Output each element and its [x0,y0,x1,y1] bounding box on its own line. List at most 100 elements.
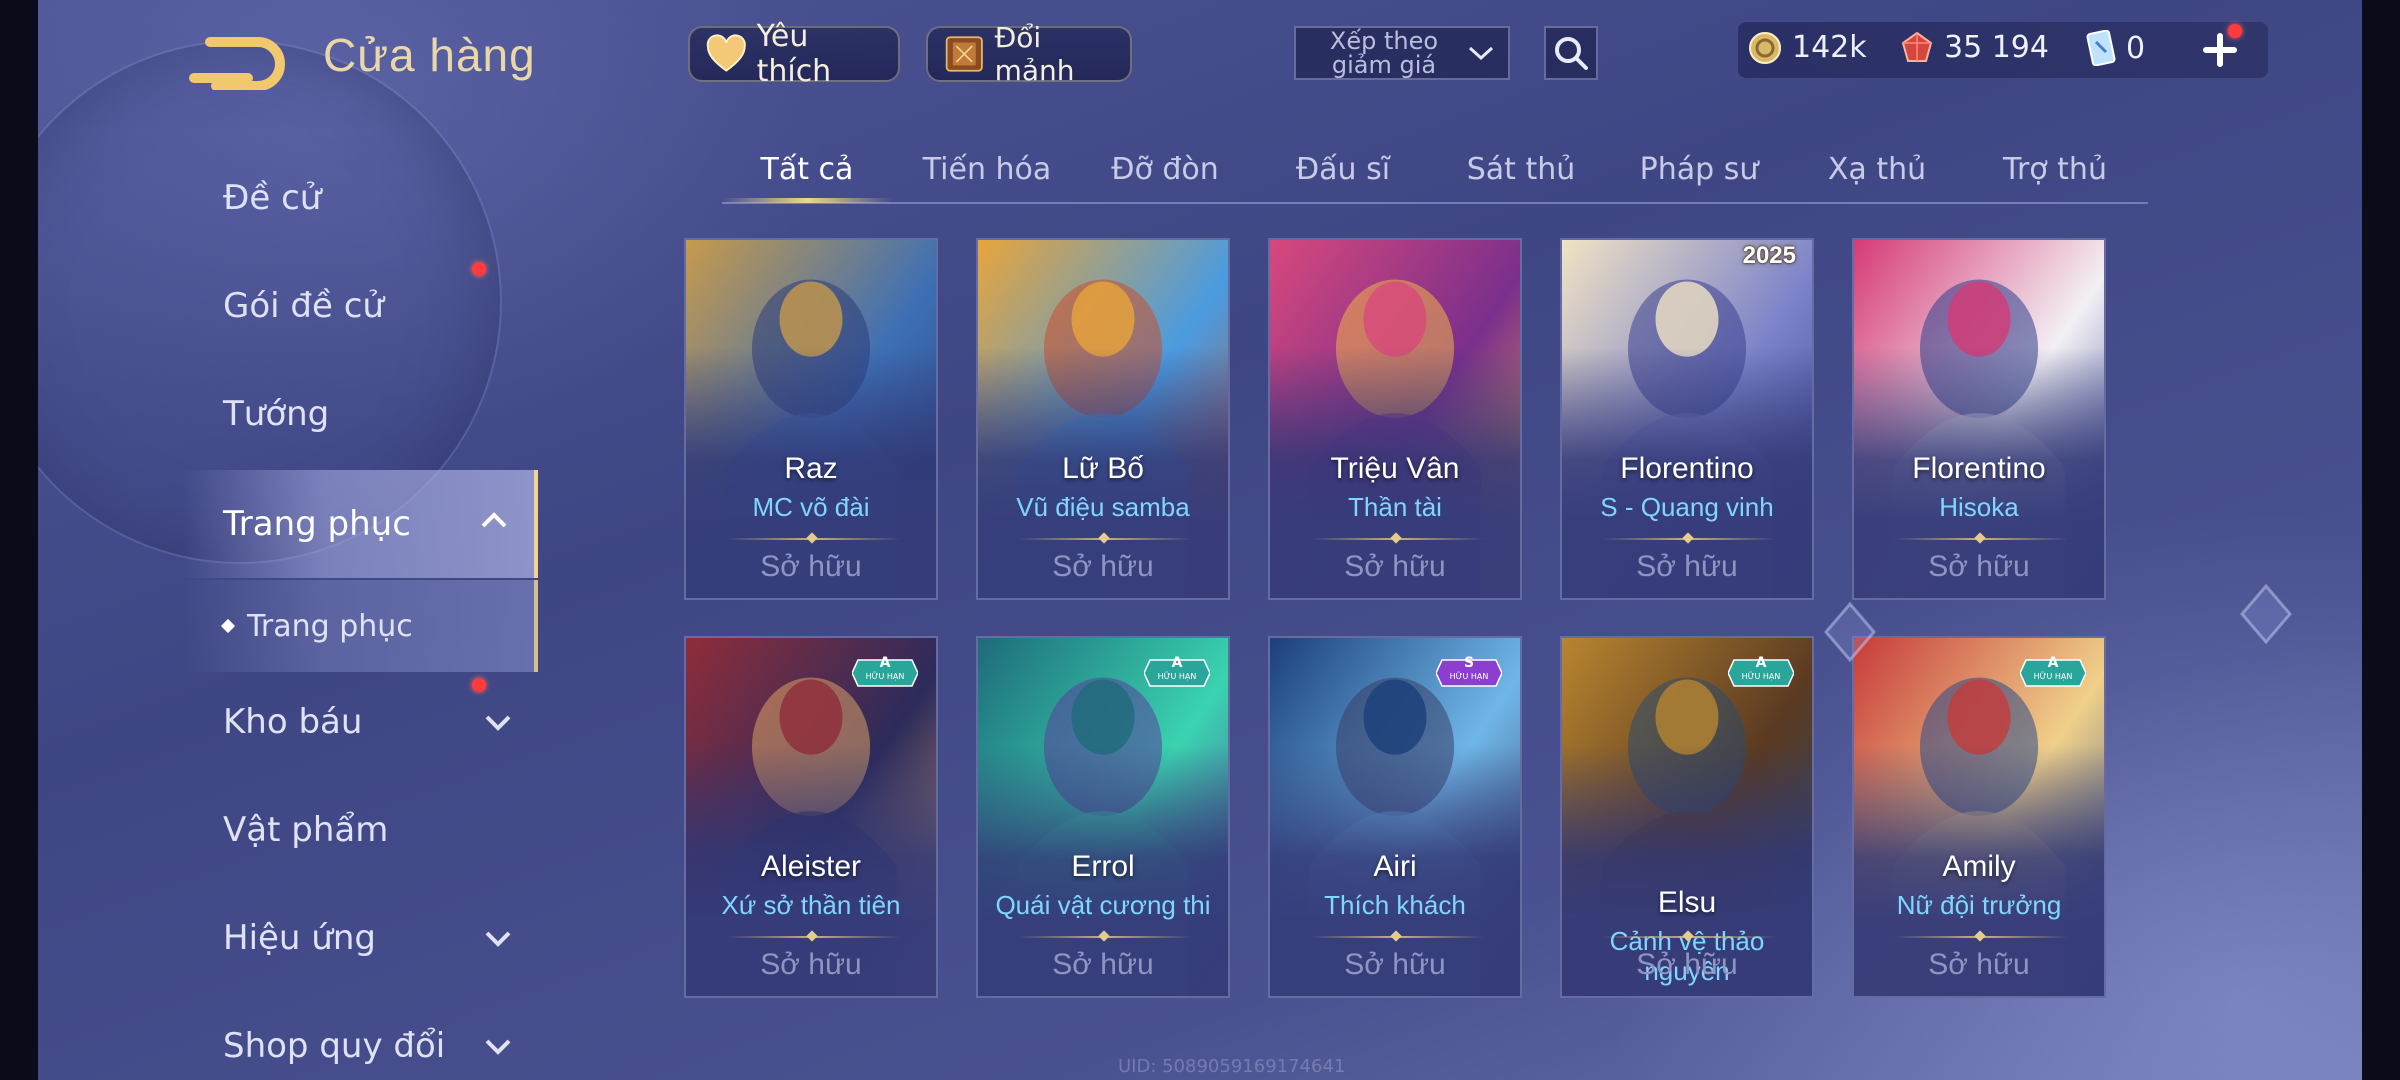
sidebar-item-label: Gói đề cử [223,286,384,326]
sidebar-item-label: Vật phẩm [223,810,389,850]
rank-badge: A HỮU HẠN [1143,654,1211,692]
tab-evolution[interactable]: Tiến hóa [902,146,1072,202]
sidebar-item-exchange-shop[interactable]: Shop quy đổi [183,996,538,1080]
sidebar-item-heroes[interactable]: Tướng [183,364,538,464]
rank-letter: S [1463,655,1475,671]
card-divider [1018,538,1192,540]
left-scroll-gem-icon[interactable] [1818,600,1882,664]
card-divider [1310,936,1484,938]
heart-icon [706,34,746,72]
skin-card[interactable]: Lữ Bố Vũ điệu samba Sở hữu [976,238,1230,600]
card-divider [1602,936,1776,938]
tab-fighter[interactable]: Đấu sĩ [1258,146,1428,202]
tab-support[interactable]: Trợ thủ [1970,146,2140,202]
sidebar-item-skins[interactable]: Trang phục [183,470,538,578]
hero-name: Florentino [1912,452,2046,485]
chevron-down-icon [485,931,511,947]
skin-name: Thần tài [1348,492,1442,522]
skin-card[interactable]: Florentino S - Quang vinh Sở hữu 2025 [1560,238,1814,600]
tab-all[interactable]: Tất cả [722,146,892,202]
skin-card[interactable]: Aleister Xứ sở thần tiên Sở hữu A HỮU HẠN [684,636,938,998]
skin-name: Nữ đội trưởng [1896,890,2062,920]
chevron-down-icon [485,715,511,731]
hero-name: Airi [1373,850,1417,883]
search-icon [1555,37,1588,70]
rank-letter: A [1171,655,1183,671]
owned-status: Sở hữu [1928,948,2030,981]
chevron-up-icon [481,512,507,528]
skin-name: MC võ đài [752,492,870,522]
hero-name: Amily [1942,850,2016,883]
sidebar-item-items[interactable]: Vật phẩm [183,780,538,880]
owned-status: Sở hữu [1928,550,2030,583]
card-divider [1018,936,1192,938]
sidebar-item-recommended[interactable]: Đề cử [183,148,538,248]
skin-card[interactable]: Airi Thích khách Sở hữu S HỮU HẠN [1268,636,1522,998]
sidebar-item-label: Shop quy đổi [223,1026,446,1066]
back-button[interactable] [188,30,298,91]
ruby-gem-icon [1901,31,1933,62]
rank-letter: A [2047,655,2059,671]
rank-letter: A [1755,655,1767,671]
bullet-diamond-icon [220,618,236,634]
rank-limited-label: HỮU HẠN [2033,672,2073,681]
sidebar-subitem-label: Trang phục [247,608,413,644]
back-arrow-icon [189,37,285,91]
owned-status: Sở hữu [1636,948,1738,981]
trade-fragments-label: Đổi mảnh [994,21,1075,87]
tab-assassin[interactable]: Sát thủ [1436,146,1606,202]
skin-name: Hisoka [1939,492,2019,522]
chevron-down-icon [485,1039,511,1055]
hero-name: Triệu Vân [1330,452,1460,485]
active-tab-indicator [722,198,892,203]
skin-card[interactable]: Elsu Cảnh vệ thảo nguyên Sở hữu A HỮU HẠN [1560,636,1814,998]
rank-badge: A HỮU HẠN [851,654,919,692]
skin-name: S - Quang vinh [1600,492,1774,522]
rank-limited-label: HỮU HẠN [1741,672,1781,681]
skin-card[interactable]: Raz MC võ đài Sở hữu [684,238,938,600]
right-scroll-gem-icon[interactable] [2234,582,2298,646]
notification-dot [2228,24,2242,38]
sidebar-item-label: Hiệu ứng [223,918,376,958]
search-button[interactable] [1544,26,1598,80]
rank-limited-label: HỮU HẠN [1449,672,1489,681]
owned-status: Sở hữu [1344,550,1446,583]
ticket-value: 0 [2126,30,2146,66]
shop-screen: Cửa hàng Yêu thích Đổi mảnh Xếp theo giả… [38,0,2362,1080]
year-badge: 2025 [1742,242,1796,269]
user-id-watermark: UID: 5089059169174641 [1118,1056,1346,1077]
card-divider [726,936,900,938]
sidebar-subitem-skins[interactable]: Trang phục [183,580,538,672]
skin-card[interactable]: Amily Nữ đội trưởng Sở hữu A HỮU HẠN [1852,636,2106,998]
ruby-value: 35 194 [1944,30,2049,65]
sidebar-item-label: Kho báu [223,702,363,742]
skin-card[interactable]: Triệu Vân Thần tài Sở hữu [1268,238,1522,600]
category-tabs: Tất cả Tiến hóa Đỡ đòn Đấu sĩ Sát thủ Ph… [722,146,2148,204]
favorites-label: Yêu thích [756,19,832,89]
tab-marksman[interactable]: Xạ thủ [1792,146,1962,202]
sort-label: Xếp theo giảm giá [1329,27,1439,79]
sort-dropdown[interactable]: Xếp theo giảm giá [1294,26,1510,80]
skin-name: Thích khách [1324,890,1466,920]
favorites-button[interactable]: Yêu thích [688,19,900,89]
skin-name: Xứ sở thần tiên [721,890,901,920]
hero-name: Raz [784,452,838,485]
skin-name: Vũ điệu samba [1016,492,1190,522]
owned-status: Sở hữu [1052,948,1154,981]
notification-dot [472,262,486,276]
skin-card[interactable]: Errol Quái vật cương thi Sở hữu A HỮU HẠN [976,636,1230,998]
card-divider [1894,936,2068,938]
skin-card[interactable]: Florentino Hisoka Sở hữu [1852,238,2106,600]
hero-name: Elsu [1657,886,1717,919]
tab-mage[interactable]: Pháp sư [1614,146,1784,202]
card-divider [1602,538,1776,540]
tab-tank[interactable]: Đỡ đòn [1080,146,1250,202]
trade-fragments-button[interactable]: Đổi mảnh [926,21,1132,87]
owned-status: Sở hữu [760,948,862,981]
owned-status: Sở hữu [1636,550,1738,583]
rank-badge: A HỮU HẠN [2019,654,2087,692]
sidebar-item-effects[interactable]: Hiệu ứng [183,888,538,988]
card-divider [1310,538,1484,540]
hero-name: Lữ Bố [1062,452,1144,485]
skin-name: Quái vật cương thi [995,890,1211,920]
